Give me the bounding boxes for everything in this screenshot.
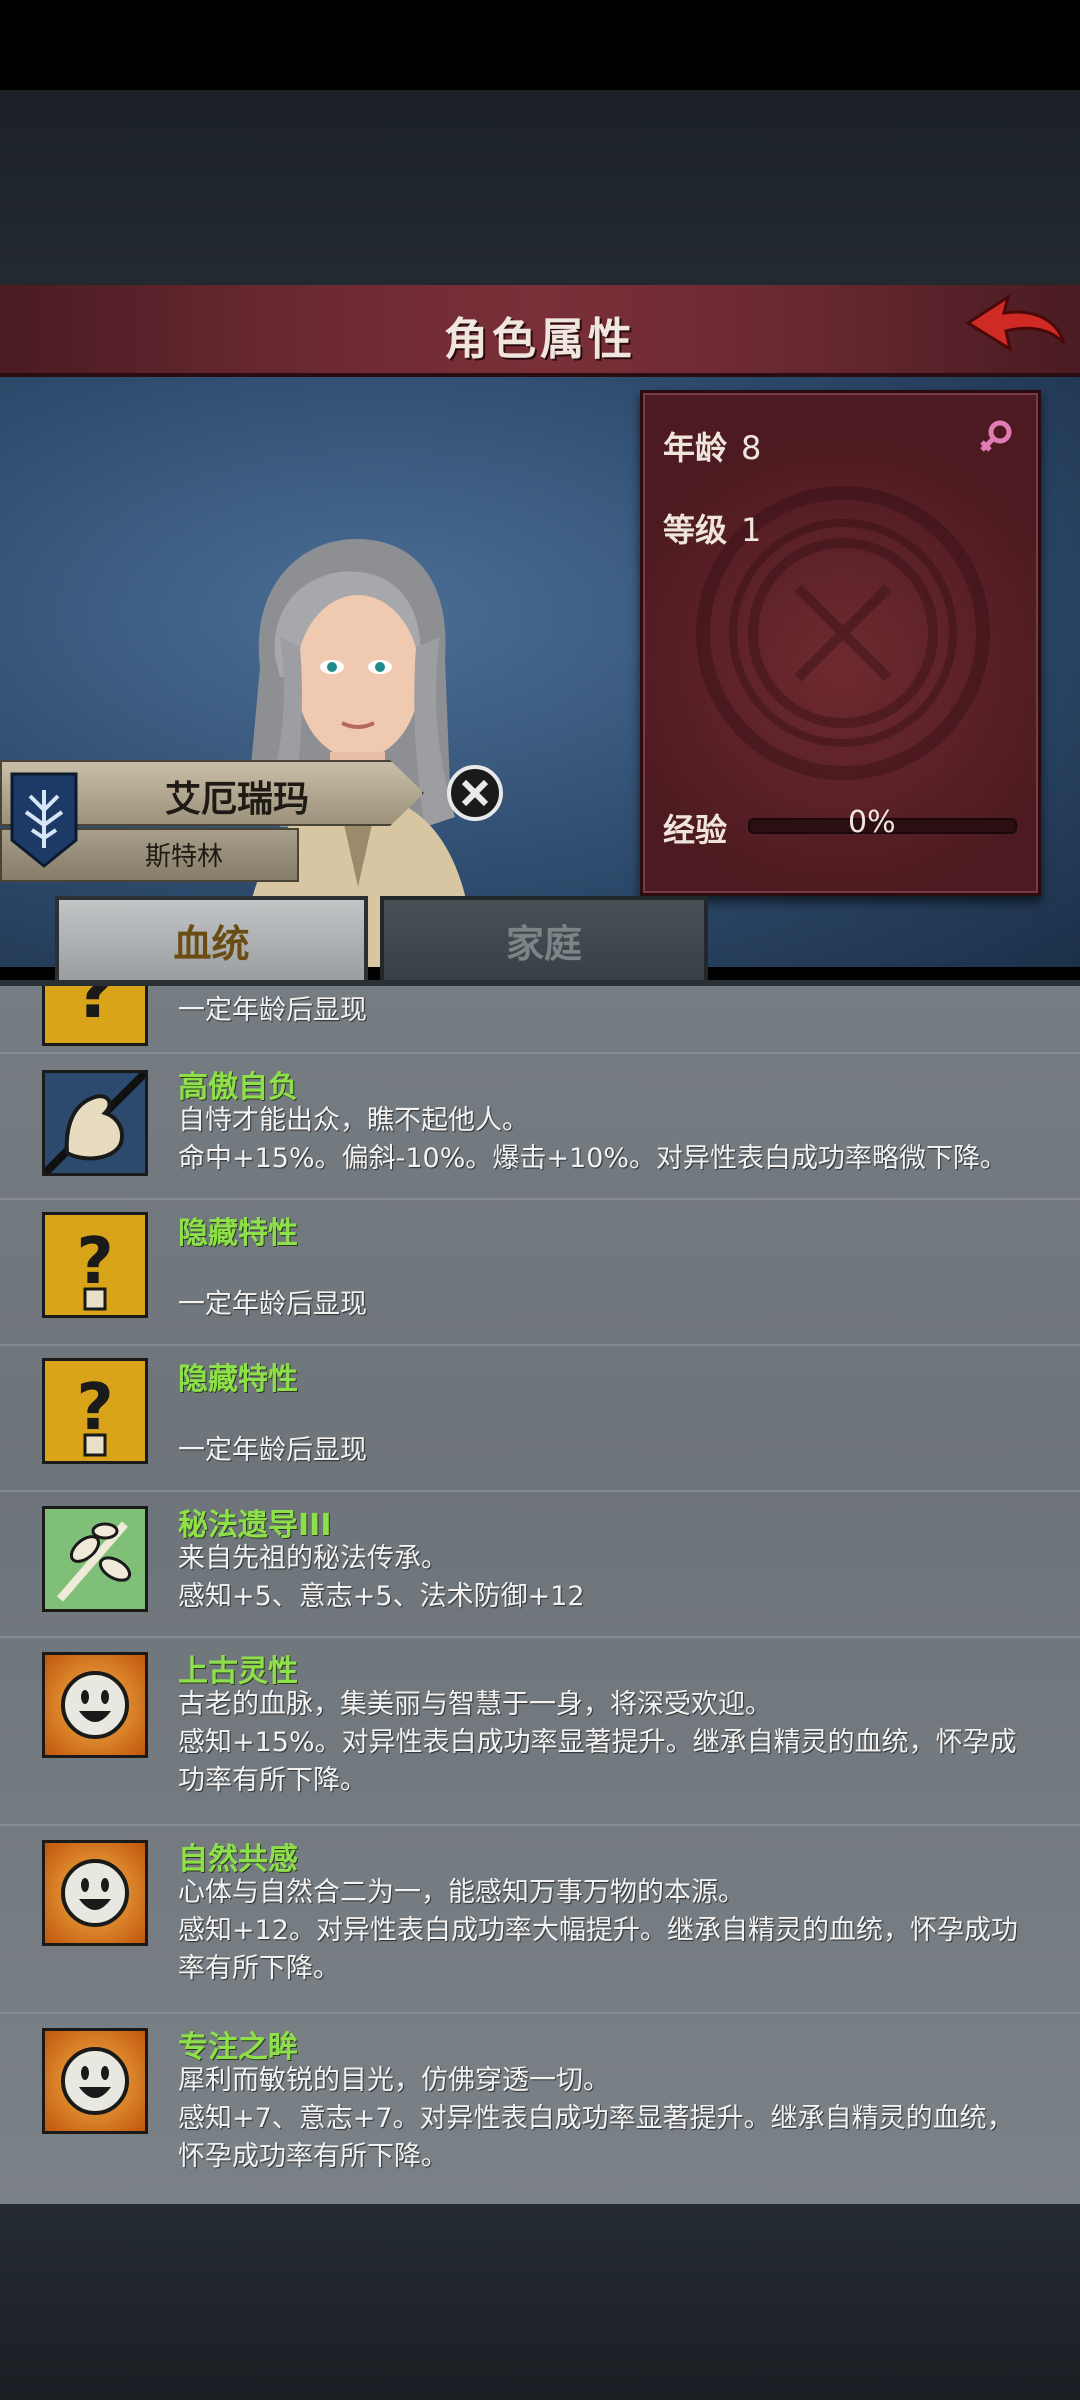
trait-row: 专注之眸 犀利而敏锐的目光，仿佛穿透一切。 感知+7、意志+7。对异性表白成功率… [0, 2012, 1080, 2210]
trait-row: ? 一定年龄后显现 [0, 980, 1080, 1054]
trait-name: 隐藏特性 [178, 1362, 298, 1397]
age-value: 8 [741, 429, 762, 467]
close-icon [447, 765, 503, 821]
character-house: 斯特林 [145, 842, 224, 872]
trait-desc: 率有所下降。 [178, 1953, 340, 1984]
trait-list[interactable]: ? 一定年龄后显现 高傲自负 自恃才能出众，瞧不起他人。 命中+15%。偏斜-1… [0, 980, 1080, 2210]
trait-desc: 命中+15%。偏斜-10%。爆击+10%。对异性表白成功率略微下降。 [178, 1143, 1008, 1174]
top-backdrop [0, 90, 1080, 285]
trait-row: 上古灵性 古老的血脉，集美丽与智慧于一身，将深受欢迎。 感知+15%。对异性表白… [0, 1636, 1080, 1826]
trait-name: 隐藏特性 [178, 1216, 298, 1251]
question-icon: ? [42, 1358, 148, 1464]
svg-text:?: ? [74, 980, 116, 1034]
house-crest-icon [10, 772, 78, 868]
trait-desc: 功率有所下降。 [178, 1765, 367, 1796]
trait-desc: 感知+15%。对异性表白成功率显著提升。继承自精灵的血统，怀孕成 [178, 1727, 1017, 1758]
trait-row: ? 隐藏特性 一定年龄后显现 [0, 1198, 1080, 1346]
question-icon: ? [42, 1212, 148, 1318]
bottom-backdrop [0, 2204, 1080, 2400]
flex-arm-icon [42, 1070, 148, 1176]
sun-face-icon [42, 1652, 148, 1758]
trait-desc: 一定年龄后显现 [178, 1435, 367, 1466]
trait-row: 自然共感 心体与自然合二为一，能感知万事万物的本源。 感知+12。对异性表白成功… [0, 1824, 1080, 2014]
trait-row: ? 隐藏特性 一定年龄后显现 [0, 1344, 1080, 1492]
herb-branch-icon [42, 1506, 148, 1612]
trait-row: 秘法遗导III 来自先祖的秘法传承。 感知+5、意志+5、法术防御+12 [0, 1490, 1080, 1638]
trait-desc: 来自先祖的秘法传承。 [178, 1543, 448, 1574]
sun-face-icon [42, 2028, 148, 2134]
sun-face-icon [42, 1840, 148, 1946]
tab-bloodline[interactable]: 血统 [55, 896, 368, 984]
question-icon: ? [42, 980, 148, 1046]
level-stat: 等级 1 [663, 505, 761, 551]
back-arrow-icon [965, 293, 1066, 353]
female-gender-icon [980, 420, 1012, 452]
trait-name: 高傲自负 [178, 1070, 298, 1105]
tab-family[interactable]: 家庭 [380, 896, 708, 984]
age-stat: 年龄 8 [663, 423, 761, 469]
trait-desc: 感知+7、意志+7。对异性表白成功率显著提升。继承自精灵的血统， [178, 2103, 1014, 2134]
trait-desc: 心体与自然合二为一，能感知万事万物的本源。 [178, 1877, 745, 1908]
page-title: 角色属性 [444, 314, 636, 365]
back-button[interactable] [960, 291, 1070, 365]
trait-name: 上古灵性 [178, 1654, 298, 1689]
trait-desc: 犀利而敏锐的目光，仿佛穿透一切。 [178, 2065, 610, 2096]
age-label: 年龄 [663, 429, 728, 467]
trait-desc: 古老的血脉，集美丽与智慧于一身，将深受欢迎。 [178, 1689, 772, 1720]
trait-desc: 一定年龄后显现 [178, 995, 367, 1026]
character-name: 艾厄瑞玛 [165, 779, 310, 820]
level-label: 等级 [663, 511, 728, 549]
trait-name: 秘法遗导III [178, 1508, 332, 1543]
trait-desc: 自恃才能出众，瞧不起他人。 [178, 1105, 529, 1136]
trait-desc: 感知+12。对异性表白成功率大幅提升。继承自精灵的血统，怀孕成功 [178, 1915, 1018, 1946]
exp-value: 0% [848, 805, 896, 840]
title-bar: 角色属性 [0, 285, 1080, 377]
trait-name: 专注之眸 [178, 2030, 298, 2065]
trait-desc: 感知+5、意志+5、法术防御+12 [178, 1581, 585, 1612]
trait-row: 高傲自负 自恃才能出众，瞧不起他人。 命中+15%。偏斜-10%。爆击+10%。… [0, 1052, 1080, 1200]
trait-desc: 一定年龄后显现 [178, 1289, 367, 1320]
dismiss-button[interactable] [446, 764, 504, 822]
trait-desc: 怀孕成功率有所下降。 [178, 2141, 448, 2172]
stats-panel: 年龄 8 等级 1 经验 0% [640, 390, 1041, 896]
exp-label: 经验 [663, 811, 728, 849]
trait-name: 自然共感 [178, 1842, 298, 1877]
level-value: 1 [741, 511, 762, 549]
status-bar [0, 0, 1080, 90]
